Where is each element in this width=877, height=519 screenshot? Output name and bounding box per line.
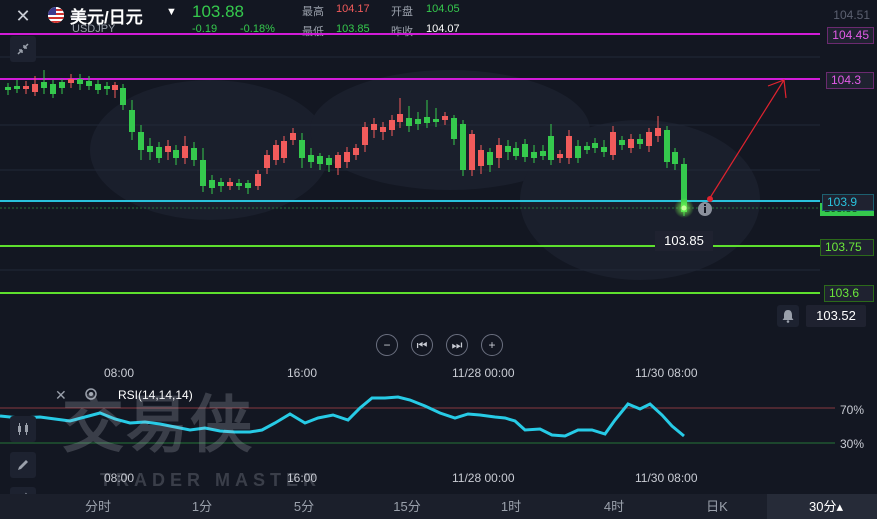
collapse-icon[interactable] xyxy=(10,36,36,62)
scroll-end-button[interactable]: ⏭ xyxy=(446,334,468,356)
candle xyxy=(68,74,74,88)
tab-1hour[interactable]: 1时 xyxy=(486,494,536,519)
alert-price[interactable]: 103.52 xyxy=(806,305,866,327)
candle xyxy=(14,80,20,93)
zoom-in-button[interactable]: + xyxy=(481,334,503,356)
info-icon[interactable] xyxy=(698,202,712,216)
rsi-time-label-1128: 11/28 00:00 xyxy=(452,471,515,485)
time-label-1600: 16:00 xyxy=(287,366,318,380)
watermark-text: TRADER MASTER xyxy=(100,470,321,490)
candle xyxy=(41,70,47,94)
price-tag-103-75[interactable]: 103.75 xyxy=(820,239,874,256)
rsi-level-30-label: 30% xyxy=(840,437,865,451)
latest-price-dot xyxy=(681,205,687,211)
candle xyxy=(23,81,29,94)
candle xyxy=(469,130,475,176)
tab-30min[interactable]: 30分▴ xyxy=(796,494,856,519)
axis-tick-top: 104.51 xyxy=(833,8,870,22)
tab-4hour[interactable]: 4时 xyxy=(589,494,639,519)
candle xyxy=(5,83,11,95)
candle xyxy=(95,80,101,94)
low-price-annotation: 103.85 xyxy=(655,231,713,251)
price-tag-103-6[interactable]: 103.6 xyxy=(824,285,874,302)
candle xyxy=(112,82,118,98)
rsi-time-label-1130: 11/30 08:00 xyxy=(635,471,698,485)
scroll-start-button[interactable]: ⏮ xyxy=(411,334,433,356)
candle xyxy=(50,80,56,98)
tab-5min[interactable]: 5分 xyxy=(279,494,329,519)
rsi-level-70-label: 70% xyxy=(840,403,865,417)
bell-icon[interactable] xyxy=(777,305,799,327)
tab-1min[interactable]: 1分 xyxy=(177,494,227,519)
pen-icon[interactable] xyxy=(10,452,36,478)
candle xyxy=(664,126,670,168)
timeframe-bar xyxy=(0,494,877,519)
time-label-1128: 11/28 00:00 xyxy=(452,366,515,380)
candle xyxy=(460,120,466,176)
tab-15min[interactable]: 15分 xyxy=(382,494,432,519)
candle xyxy=(335,152,341,175)
price-tag-103-9[interactable]: 103.9 xyxy=(822,194,874,211)
price-tag-104-3[interactable]: 104.3 xyxy=(826,72,874,89)
tab-daily[interactable]: 日K xyxy=(692,494,742,519)
price-tag-104-45[interactable]: 104.45 xyxy=(827,27,874,44)
candle xyxy=(77,74,83,90)
time-label-1130: 11/30 08:00 xyxy=(635,366,698,380)
tab-fenshi[interactable]: 分时 xyxy=(73,494,123,519)
candle xyxy=(104,82,110,95)
watermark-logo: 交易侠 xyxy=(62,391,255,460)
zoom-out-button[interactable]: − xyxy=(376,334,398,356)
candle xyxy=(59,79,65,94)
candle-type-icon[interactable] xyxy=(10,416,36,442)
